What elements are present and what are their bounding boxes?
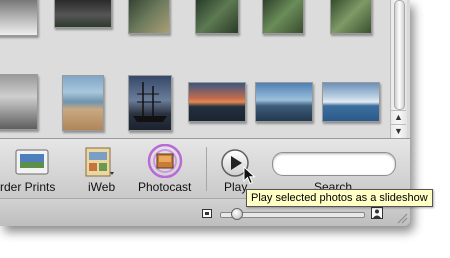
photo-thumbnail[interactable] bbox=[128, 75, 172, 131]
zoom-slider[interactable] bbox=[220, 208, 365, 220]
photo-thumbnail[interactable] bbox=[195, 0, 239, 34]
photocast-button[interactable]: Photocast bbox=[136, 139, 194, 199]
iweb-button[interactable]: iWeb bbox=[80, 139, 120, 199]
photo-thumbnail[interactable] bbox=[322, 82, 380, 122]
order-prints-icon bbox=[15, 149, 49, 175]
photo-thumbnail[interactable] bbox=[54, 0, 112, 28]
resize-grip-icon[interactable] bbox=[396, 212, 408, 224]
order-prints-button[interactable]: rder Prints bbox=[0, 139, 72, 199]
play-tooltip: Play selected photos as a slideshow bbox=[246, 189, 433, 207]
photo-thumbnail[interactable] bbox=[128, 0, 170, 34]
toolbar-separator bbox=[206, 147, 207, 191]
photocast-label: Photocast bbox=[138, 180, 192, 194]
photo-thumbnail[interactable] bbox=[62, 75, 104, 131]
scroll-down-arrow-icon[interactable]: ▼ bbox=[391, 124, 406, 138]
zoom-slider-knob[interactable] bbox=[231, 208, 243, 220]
photo-thumbnail[interactable] bbox=[330, 0, 372, 34]
ship-silhouette bbox=[133, 82, 167, 122]
vertical-scrollbar[interactable]: ▲ ▼ bbox=[390, 0, 407, 138]
search-input[interactable] bbox=[272, 152, 396, 176]
large-photo-icon bbox=[371, 207, 383, 219]
photocast-icon bbox=[147, 144, 183, 178]
photo-thumbnail[interactable] bbox=[188, 82, 246, 122]
iweb-label: iWeb bbox=[88, 180, 116, 194]
photo-thumbnail[interactable] bbox=[0, 74, 38, 130]
photo-thumbnail[interactable] bbox=[0, 0, 38, 36]
photo-viewer bbox=[0, 0, 390, 138]
small-photo-icon bbox=[202, 209, 212, 218]
photo-thumbnail[interactable] bbox=[262, 0, 304, 34]
scroll-up-arrow-icon[interactable]: ▲ bbox=[391, 110, 406, 124]
iweb-icon bbox=[85, 147, 114, 177]
order-prints-label: rder Prints bbox=[0, 180, 56, 194]
scrollbar-thumb[interactable] bbox=[394, 0, 405, 110]
photo-thumbnail[interactable] bbox=[255, 82, 313, 122]
mouse-pointer-icon bbox=[243, 166, 256, 185]
